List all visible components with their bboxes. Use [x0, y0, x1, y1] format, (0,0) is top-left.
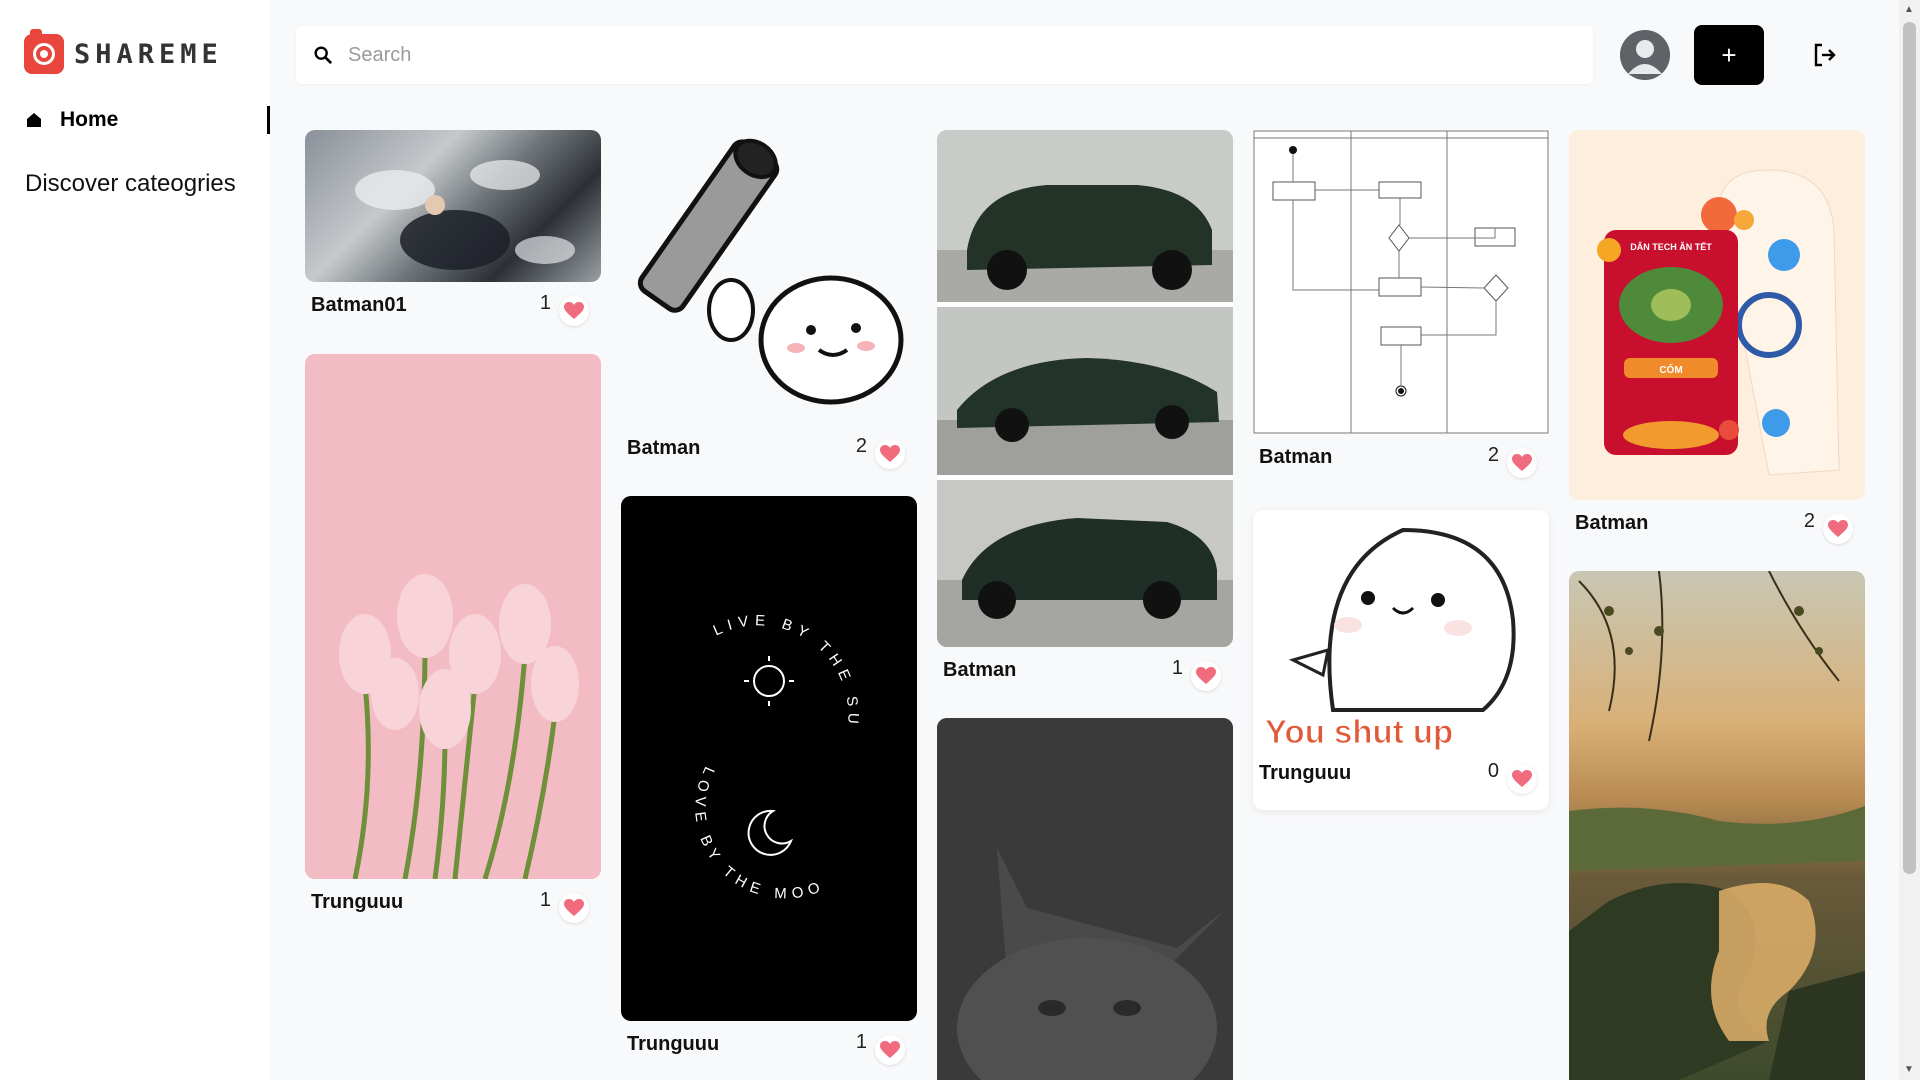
heart-icon — [1512, 770, 1532, 787]
pin-image[interactable] — [305, 130, 601, 282]
heart-icon — [1828, 520, 1848, 537]
search-bar — [296, 26, 1593, 84]
search-input[interactable] — [346, 42, 1550, 68]
pin-card[interactable] — [937, 718, 1233, 1080]
like-button[interactable] — [1823, 514, 1853, 544]
add-pin-button[interactable]: + — [1694, 25, 1764, 85]
pin-image[interactable] — [937, 130, 1233, 647]
pin-author: Batman — [943, 659, 1017, 681]
active-indicator — [267, 106, 270, 134]
like-button[interactable] — [875, 439, 905, 469]
pin-author: Batman — [627, 437, 701, 459]
svg-text:LOVE BY THE MOON.: LOVE BY THE MOON. — [621, 496, 828, 903]
like-button[interactable] — [875, 1035, 905, 1065]
app-name: SHAREME — [74, 38, 223, 70]
pin-image[interactable]: You shut up — [1253, 510, 1549, 750]
poster-moon-text: LOVE BY THE MOON. — [621, 496, 822, 903]
heart-icon — [564, 302, 584, 319]
heart-icon — [564, 899, 584, 916]
heart-icon — [880, 445, 900, 462]
pin-author: Batman — [1575, 512, 1649, 534]
poster-sun-text: LIVE BY THE SUN. — [621, 496, 856, 730]
like-count: 1 — [539, 889, 551, 911]
like-count: 2 — [1487, 444, 1499, 466]
like-button[interactable] — [559, 893, 589, 923]
like-count: 1 — [855, 1031, 867, 1053]
home-icon — [26, 112, 42, 128]
pin-image[interactable] — [621, 130, 917, 425]
pin-image[interactable]: LIVE BY THE SUN. LOVE BY THE MOON. — [621, 496, 917, 1021]
svg-text:LIVE BY THE SUN.: LIVE BY THE SUN. — [621, 496, 862, 730]
pin-card[interactable]: DÂN TECH ĂN TẾT CỐM Batman 2 — [1569, 130, 1865, 544]
heart-icon — [1512, 454, 1532, 471]
search-icon — [314, 46, 332, 64]
pin-card[interactable]: Batman 2 — [1253, 130, 1549, 478]
pin-image[interactable] — [937, 718, 1233, 1080]
camera-icon — [24, 29, 64, 74]
like-button[interactable] — [559, 296, 589, 326]
sidebar-item-label: Home — [60, 108, 119, 131]
pin-author: Batman — [1259, 446, 1333, 468]
scrollbar-thumb[interactable] — [1903, 22, 1916, 874]
sticker-text: You shut up — [1265, 713, 1453, 750]
logout-icon[interactable] — [1812, 42, 1838, 68]
pin-card[interactable]: LIVE BY THE SUN. LOVE BY THE MOON. Trung… — [621, 496, 917, 1065]
like-button[interactable] — [1507, 764, 1537, 794]
like-button[interactable] — [1191, 661, 1221, 691]
pin-card[interactable] — [1569, 571, 1865, 1080]
pin-author: Trunguuu — [627, 1033, 720, 1055]
like-count: 2 — [1803, 510, 1815, 532]
envelope-label: CỐM — [1659, 362, 1682, 376]
scroll-down-icon[interactable]: ▼ — [1904, 1064, 1914, 1075]
like-count: 1 — [539, 292, 551, 314]
pin-card[interactable]: Trunguuu 1 — [305, 354, 601, 923]
heart-icon — [1196, 667, 1216, 684]
pin-author: Batman01 — [311, 294, 407, 316]
pin-card[interactable]: You shut up Trunguuu 0 — [1253, 510, 1549, 810]
like-count: 1 — [1171, 657, 1183, 679]
pin-author: Trunguuu — [311, 891, 404, 913]
pin-image[interactable] — [305, 354, 601, 879]
pin-image[interactable] — [1569, 571, 1865, 1080]
like-count: 2 — [855, 435, 867, 457]
like-count: 0 — [1487, 760, 1499, 782]
heart-icon — [880, 1041, 900, 1058]
pin-card[interactable]: Batman01 1 — [305, 130, 601, 326]
pin-card[interactable]: Batman 1 — [937, 130, 1233, 691]
scroll-up-icon[interactable]: ▲ — [1904, 4, 1914, 15]
sidebar-item-home[interactable]: Home — [24, 106, 270, 134]
pin-card[interactable]: Batman 2 — [621, 130, 917, 469]
like-button[interactable] — [1507, 448, 1537, 478]
pin-author: Trunguuu — [1259, 762, 1352, 784]
app-logo[interactable]: SHAREME — [24, 29, 223, 74]
envelope-title: DÂN TECH ĂN TẾT — [1630, 241, 1712, 252]
discover-categories-heading[interactable]: Discover cateogries — [25, 170, 236, 198]
pin-image[interactable] — [1253, 130, 1549, 434]
sidebar: SHAREME Home Discover cateogries — [0, 0, 270, 1080]
user-avatar[interactable] — [1620, 30, 1670, 80]
pin-image[interactable]: DÂN TECH ĂN TẾT CỐM — [1569, 130, 1865, 500]
